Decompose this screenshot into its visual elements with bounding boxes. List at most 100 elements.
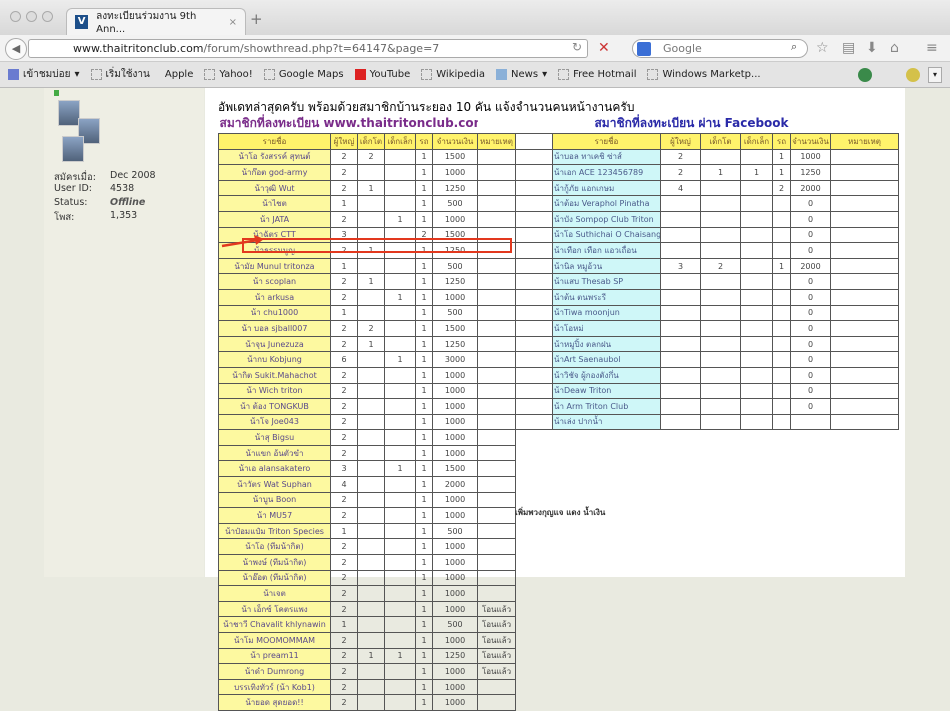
table-cell: 1	[330, 616, 358, 633]
table-cell	[772, 413, 791, 431]
table-cell	[357, 663, 385, 680]
zoom-window-button[interactable]	[42, 11, 53, 22]
table-cell: 2	[330, 554, 358, 571]
table-cell: 0	[789, 366, 832, 384]
column-header: เด็กโต	[357, 133, 385, 150]
bookmark-getting-started[interactable]: เริ่มใช้งาน	[90, 67, 150, 82]
browser-tab[interactable]: V ลงทะเบียนร่วมงาน 9th Ann... ×	[66, 8, 246, 35]
table-cell: 1	[772, 257, 791, 275]
bookmark-label: YouTube	[369, 69, 411, 80]
url-bar[interactable]: www.thaitritonclub.com/forum/showthread.…	[28, 39, 588, 58]
bookmarks-overflow-button[interactable]: ▾	[928, 67, 942, 83]
google-search-engine-icon[interactable]	[637, 42, 651, 56]
blank-cell	[515, 242, 553, 259]
table-cell: 2	[660, 164, 701, 181]
bookmark-wikipedia[interactable]: Wikipedia	[421, 69, 485, 80]
table-header-row: รายชื่อ ผู้ใหญ่ เด็กโต เด็กเล็ก รถ จำนวนเงินห…	[515, 133, 900, 150]
extra-note: เพิ่มพวงกุญแจ แดง น้ำเงิน	[515, 508, 606, 517]
table-cell	[477, 538, 517, 556]
table-cell	[357, 444, 385, 462]
close-window-button[interactable]	[10, 11, 21, 22]
table-cell	[700, 210, 741, 228]
magnifier-icon[interactable]: ⌕	[791, 40, 797, 54]
table-cell	[357, 288, 385, 306]
minimize-window-button[interactable]	[26, 11, 37, 22]
bookmark-yahoo[interactable]: Yahoo!	[204, 69, 253, 80]
table-cell	[477, 366, 517, 384]
bookmark-youtube[interactable]: YouTube	[354, 69, 411, 80]
table-cell: 2000	[431, 476, 479, 493]
bookmark-apple[interactable]: Apple	[161, 69, 193, 80]
member-name: น้าแสบ Thesab SP	[552, 273, 661, 290]
blank-cell	[515, 288, 553, 306]
table-row: น้าTiwa moonjun 0	[515, 304, 900, 322]
menu-icon[interactable]: ≡	[926, 40, 938, 56]
table-row: น้า scoplan 2 1 1 1250	[218, 273, 517, 290]
table-cell: 1	[415, 366, 433, 384]
table-cell: 1	[415, 148, 433, 166]
table-title-row: สมาชิกที่ลงทะเบียน www.thaitritonclub.co…	[218, 114, 516, 134]
table-cell: 1500	[431, 148, 479, 166]
table-cell: 2	[330, 413, 358, 431]
bookmark-star-icon[interactable]: ☆	[816, 40, 829, 56]
table-cell	[477, 476, 517, 493]
table-cell	[384, 413, 416, 431]
avatar[interactable]	[58, 100, 80, 126]
table-cell	[660, 398, 701, 415]
table-cell	[830, 242, 900, 259]
table-cell	[660, 210, 701, 228]
table-cell	[740, 320, 773, 337]
addon-icon[interactable]: ✕	[598, 40, 610, 56]
table-cell	[700, 335, 741, 353]
table-cell: 1	[740, 164, 773, 181]
bookmark-google-maps[interactable]: Google Maps	[263, 69, 344, 80]
table-cell	[357, 351, 385, 368]
table-cell	[660, 226, 701, 244]
back-button[interactable]: ◀	[5, 38, 27, 60]
table-cell	[700, 366, 741, 384]
bookmark-news[interactable]: News ▾	[496, 69, 547, 80]
url-path: /forum/showthread.php?t=64147&page=7	[203, 42, 440, 55]
home-icon[interactable]: ⌂	[890, 40, 899, 56]
table-cell: 2	[330, 164, 358, 181]
table-cell	[477, 444, 517, 462]
table-title: สมาชิกที่ลงทะเบียน ผ่าน Facebook	[552, 114, 831, 134]
table-cell: 0	[789, 242, 832, 259]
download-icon[interactable]: ⬇	[866, 40, 878, 56]
extension-icon[interactable]	[858, 68, 872, 82]
highlight-box	[242, 238, 512, 253]
table-title: สมาชิกที่ลงทะเบียน www.thaitritonclub.co…	[218, 114, 478, 134]
table-cell: 1	[415, 179, 433, 197]
search-input[interactable]: Google	[632, 39, 808, 58]
bookmark-windows-marketplace[interactable]: Windows Marketp...	[647, 69, 761, 80]
site-favicon-icon: V	[75, 15, 89, 29]
table-cell: 4	[660, 179, 701, 197]
table-row: น้ายอด สุดยอด!! 2 1 1000	[218, 694, 517, 711]
blank-cell	[830, 114, 899, 134]
table-cell	[357, 257, 385, 275]
table-cell: 1	[415, 632, 433, 649]
bookmark-most-visited[interactable]: เข้าชมบ่อย ▾	[8, 67, 80, 82]
reload-icon[interactable]: ↻	[572, 40, 582, 54]
avatar[interactable]	[62, 136, 84, 162]
new-tab-button[interactable]: +	[250, 10, 263, 28]
table-cell	[830, 382, 900, 400]
table-row: น้าพงษ์ (ทีมน้ากิต) 2 1 1000	[218, 554, 517, 571]
table-cell: 1	[384, 460, 416, 478]
extension-icon[interactable]	[906, 68, 920, 82]
table-cell: 1	[384, 210, 416, 228]
column-header: เด็กเล็ก	[384, 133, 416, 150]
table-cell: โอนแล้ว	[477, 663, 517, 680]
table-cell: 2	[330, 288, 358, 306]
bookmark-free-hotmail[interactable]: Free Hotmail	[558, 69, 636, 80]
table-cell: 1	[415, 491, 433, 509]
table-cell: 0	[789, 273, 832, 290]
table-cell: 3	[330, 460, 358, 478]
bookmarks-list-icon[interactable]: ▤	[842, 40, 855, 56]
blank-cell	[515, 320, 553, 337]
table-cell: 1	[415, 616, 433, 633]
member-name: น้ากู้ภัย แอกเกษม	[552, 179, 661, 197]
table-cell	[384, 257, 416, 275]
close-tab-icon[interactable]: ×	[229, 17, 237, 28]
member-name: น้ากิต Sukit.Mahachot	[218, 366, 331, 384]
